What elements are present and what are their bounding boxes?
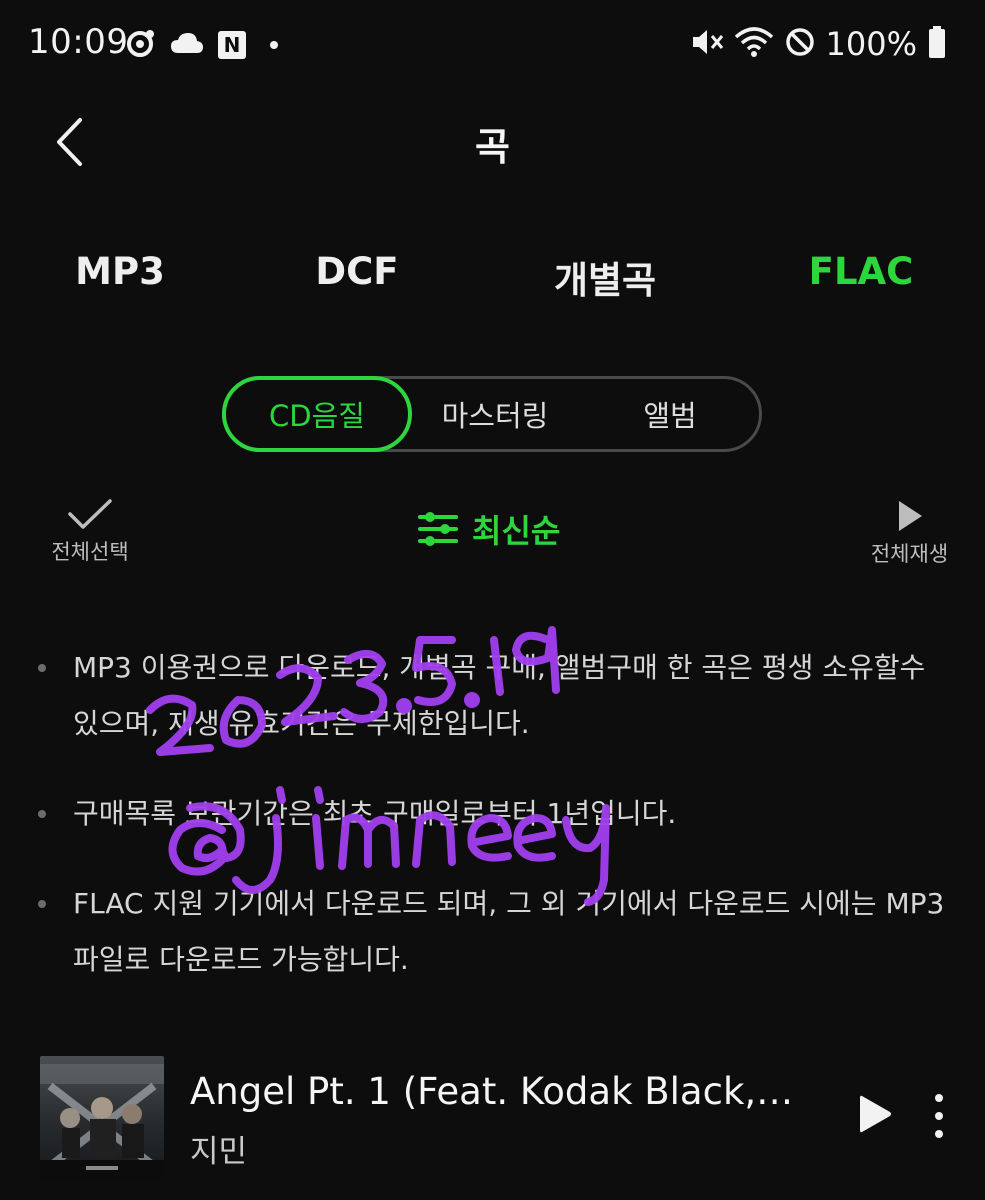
status-right-icons: 100% bbox=[690, 22, 947, 66]
tab-individual-song[interactable]: 개별곡 bbox=[515, 250, 695, 304]
purchase-notes: MP3 이용권으로 다운로드, 개별곡 구매, 앨범구매 한 곡은 평생 소유할… bbox=[36, 640, 956, 1022]
quality-segment-control: CD음질 마스터링 앨범 bbox=[222, 376, 762, 452]
segment-cd-quality[interactable]: CD음질 bbox=[222, 376, 412, 452]
checkmark-icon bbox=[68, 499, 112, 529]
notification-n-icon: N bbox=[218, 31, 246, 59]
status-bar: 10:09 N 100% bbox=[0, 0, 985, 90]
bullet-icon bbox=[38, 664, 46, 672]
song-more-button[interactable] bbox=[928, 1092, 950, 1140]
segment-mastering[interactable]: 마스터링 bbox=[415, 376, 575, 452]
note-item: FLAC 지원 기기에서 다운로드 되며, 그 외 기기에서 다운로드 시에는 … bbox=[36, 876, 956, 988]
note-text: FLAC 지원 기기에서 다운로드 되며, 그 외 기기에서 다운로드 시에는 … bbox=[73, 887, 945, 976]
album-art bbox=[40, 1056, 164, 1180]
wifi-icon bbox=[734, 25, 774, 63]
record-icon bbox=[126, 28, 156, 62]
note-item: MP3 이용권으로 다운로드, 개별곡 구매, 앨범구매 한 곡은 평생 소유할… bbox=[36, 640, 956, 752]
battery-percent: 100% bbox=[825, 25, 917, 63]
sort-button[interactable]: 최신순 bbox=[418, 506, 560, 552]
do-not-disturb-icon bbox=[784, 26, 816, 62]
note-text: MP3 이용권으로 다운로드, 개별곡 구매, 앨범구매 한 곡은 평생 소유할… bbox=[73, 651, 926, 740]
note-item: 구매목록 보관기간은 최초 구매일로부터 1년입니다. bbox=[36, 786, 956, 842]
tab-mp3[interactable]: MP3 bbox=[30, 250, 210, 293]
tab-flac[interactable]: FLAC bbox=[771, 250, 951, 293]
status-time: 10:09 bbox=[28, 22, 129, 62]
select-all-button[interactable]: 전체선택 bbox=[40, 496, 140, 566]
play-icon bbox=[898, 501, 922, 531]
battery-icon bbox=[927, 25, 947, 63]
play-all-label: 전체재생 bbox=[870, 542, 949, 566]
status-left-icons: N bbox=[126, 28, 278, 62]
sliders-icon bbox=[418, 512, 458, 546]
song-title: Angel Pt. 1 (Feat. Kodak Black, ... bbox=[190, 1070, 800, 1113]
song-row[interactable]: Angel Pt. 1 (Feat. Kodak Black, ... 지민 bbox=[0, 1048, 985, 1188]
bullet-icon bbox=[38, 810, 46, 818]
play-all-button[interactable]: 전체재생 bbox=[862, 496, 957, 568]
song-artist: 지민 bbox=[190, 1134, 248, 1170]
cloud-icon bbox=[170, 31, 204, 59]
note-text: 구매목록 보관기간은 최초 구매일로부터 1년입니다. bbox=[73, 797, 677, 830]
more-notifications-dot-icon bbox=[270, 41, 278, 49]
bullet-icon bbox=[38, 900, 46, 908]
tab-dcf[interactable]: DCF bbox=[267, 250, 447, 293]
segment-album[interactable]: 앨범 bbox=[595, 376, 745, 452]
more-vertical-icon bbox=[935, 1094, 943, 1138]
song-play-button[interactable] bbox=[852, 1092, 896, 1136]
sort-label: 최신순 bbox=[472, 512, 561, 550]
mute-icon bbox=[690, 26, 724, 62]
page-title: 곡 bbox=[475, 125, 510, 169]
select-all-label: 전체선택 bbox=[51, 540, 129, 564]
play-icon bbox=[860, 1095, 891, 1133]
